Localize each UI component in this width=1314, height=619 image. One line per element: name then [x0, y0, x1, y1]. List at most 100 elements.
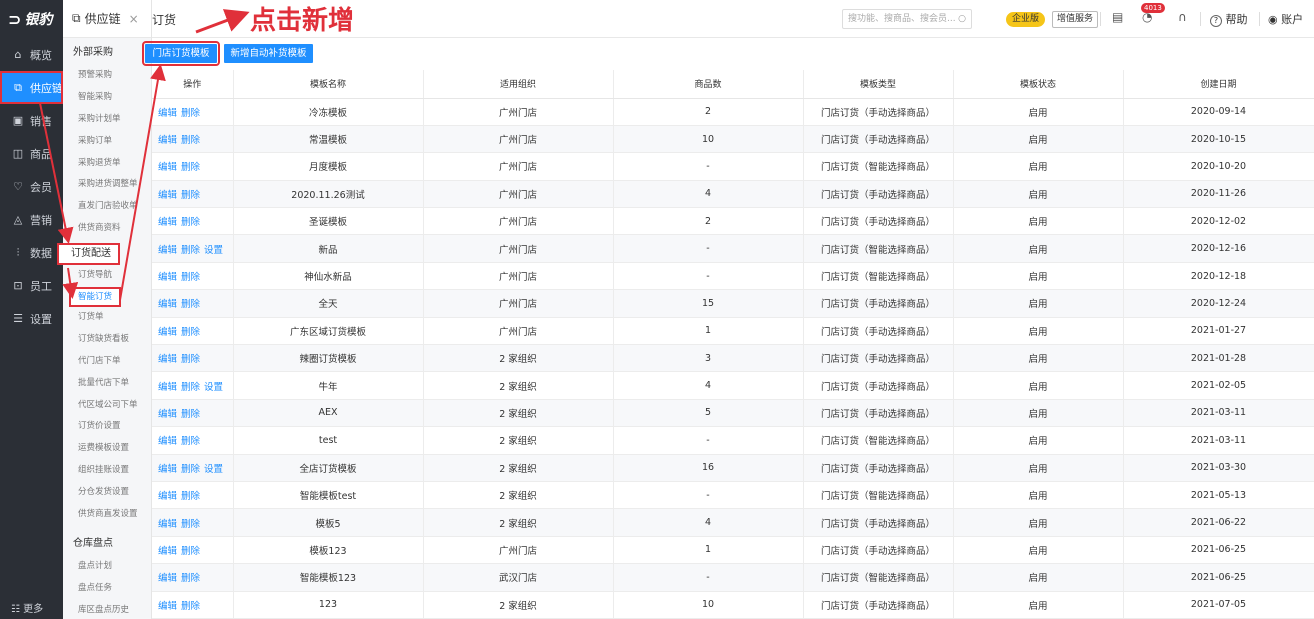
global-search-input[interactable]: 搜功能、搜商品、搜会员... ○ [842, 9, 972, 29]
column-header[interactable]: 创建日期 [1123, 70, 1314, 99]
nav-more-button[interactable]: ☷ 更多 [11, 600, 43, 615]
submenu-item[interactable]: 采购订单 [63, 131, 151, 153]
add-auto-replenish-template-button[interactable]: 新增自动补货模板 [224, 44, 313, 63]
submenu-item[interactable]: 代区域公司下单 [63, 395, 151, 417]
delete-link[interactable]: 删除 [181, 272, 200, 283]
submenu-item[interactable]: 运费模板设置 [63, 438, 151, 460]
edit-link[interactable]: 编辑 [158, 436, 177, 447]
cell-date: 2020-12-02 [1123, 207, 1314, 236]
nav-item-6[interactable]: ⫶ 数据 [0, 236, 63, 269]
nav-icon: ◬ [13, 213, 23, 226]
column-header[interactable]: 模板名称 [233, 70, 424, 99]
submenu-item[interactable]: 组织挂账设置 [63, 460, 151, 482]
edit-link[interactable]: 编辑 [158, 519, 177, 530]
delete-link[interactable]: 删除 [181, 354, 200, 365]
submenu-item[interactable]: 采购计划单 [63, 109, 151, 131]
delete-link[interactable]: 删除 [181, 464, 200, 475]
submenu-item[interactable]: 供货商资料 [63, 218, 151, 240]
delete-link[interactable]: 删除 [181, 299, 200, 310]
submenu-item[interactable]: 盘点任务 [63, 578, 151, 600]
delete-link[interactable]: 删除 [181, 162, 200, 173]
submenu-item[interactable]: 订货导航 [63, 265, 151, 287]
edit-link[interactable]: 编辑 [158, 601, 177, 612]
clipboard-icon[interactable]: ▤ [1112, 10, 1123, 24]
column-header[interactable]: 适用组织 [423, 70, 614, 99]
delete-link[interactable]: 删除 [181, 409, 200, 420]
edit-link[interactable]: 编辑 [158, 491, 177, 502]
submenu-item[interactable]: 盘点计划 [63, 556, 151, 578]
nav-item-5[interactable]: ◬ 营销 [0, 203, 63, 236]
delete-link[interactable]: 删除 [181, 245, 200, 256]
submenu-item[interactable]: 库区盘点历史 [63, 600, 151, 619]
column-header[interactable]: 商品数 [613, 70, 804, 99]
edit-link[interactable]: 编辑 [158, 573, 177, 584]
delete-link[interactable]: 删除 [181, 135, 200, 146]
delete-link[interactable]: 删除 [181, 546, 200, 557]
nav-item-8[interactable]: ☰ 设置 [0, 302, 63, 335]
delete-link[interactable]: 删除 [181, 382, 200, 393]
delete-link[interactable]: 删除 [181, 601, 200, 612]
nav-item-1[interactable]: ⧉ 供应链 [0, 71, 63, 104]
submenu-group[interactable]: 仓库盘点 [63, 532, 151, 556]
edit-link[interactable]: 编辑 [158, 217, 177, 228]
close-icon[interactable]: × [129, 12, 139, 26]
submenu-item[interactable]: 订货单 [63, 307, 151, 329]
value-added-services-button[interactable]: 增值服务 [1052, 11, 1099, 28]
submenu-item[interactable]: 代门店下单 [63, 351, 151, 373]
edit-link[interactable]: 编辑 [158, 354, 177, 365]
edit-link[interactable]: 编辑 [158, 162, 177, 173]
submenu-item[interactable]: 供货商直发设置 [63, 504, 151, 526]
delete-link[interactable]: 删除 [181, 108, 200, 119]
delete-link[interactable]: 删除 [181, 436, 200, 447]
submenu-item[interactable]: 批量代店下单 [63, 373, 151, 395]
delete-link[interactable]: 删除 [181, 217, 200, 228]
column-header[interactable]: 操作 [152, 70, 234, 99]
cell-type: 门店订货（手动选择商品） [803, 454, 954, 482]
submenu-item[interactable]: 智能订货 [69, 287, 121, 308]
submenu-item[interactable]: 订货缺货看板 [63, 329, 151, 351]
app-logo[interactable]: ⊃ 银豹 [0, 0, 63, 38]
enterprise-badge[interactable]: 企业版 [1006, 12, 1046, 27]
edit-link[interactable]: 编辑 [158, 299, 177, 310]
submenu-item[interactable]: 直发门店验收单 [63, 196, 151, 218]
edit-link[interactable]: 编辑 [158, 245, 177, 256]
edit-link[interactable]: 编辑 [158, 546, 177, 557]
column-header[interactable]: 模板状态 [953, 70, 1124, 99]
edit-link[interactable]: 编辑 [158, 327, 177, 338]
nav-item-0[interactable]: ⌂ 概览 [0, 38, 63, 71]
delete-link[interactable]: 删除 [181, 573, 200, 584]
nav-item-7[interactable]: ⊡ 员工 [0, 269, 63, 302]
delete-link[interactable]: 删除 [181, 327, 200, 338]
headset-icon[interactable]: ∩ [1178, 10, 1187, 24]
column-header[interactable]: 模板类型 [803, 70, 954, 99]
search-icon[interactable]: ○ [958, 10, 966, 28]
nav-item-4[interactable]: ♡ 会员 [0, 170, 63, 203]
delete-link[interactable]: 删除 [181, 190, 200, 201]
setting-link[interactable]: 设置 [204, 382, 223, 393]
delete-link[interactable]: 删除 [181, 519, 200, 530]
nav-item-2[interactable]: ▣ 销售 [0, 104, 63, 137]
edit-link[interactable]: 编辑 [158, 108, 177, 119]
setting-link[interactable]: 设置 [204, 245, 223, 256]
submenu-item[interactable]: 采购进货调整单 [63, 174, 151, 196]
delete-link[interactable]: 删除 [181, 491, 200, 502]
nav-item-3[interactable]: ◫ 商品 [0, 137, 63, 170]
submenu-item[interactable]: 采购退货单 [63, 153, 151, 175]
submenu-item[interactable]: 分仓发货设置 [63, 482, 151, 504]
edit-link[interactable]: 编辑 [158, 409, 177, 420]
help-link[interactable]: ? 帮助 [1210, 11, 1248, 27]
submenu-group[interactable]: 订货配送 [57, 243, 120, 266]
edit-link[interactable]: 编辑 [158, 190, 177, 201]
submenu-item[interactable]: 预警采购 [63, 65, 151, 87]
edit-link[interactable]: 编辑 [158, 135, 177, 146]
edit-link[interactable]: 编辑 [158, 464, 177, 475]
edit-link[interactable]: 编辑 [158, 272, 177, 283]
submenu-group[interactable]: 外部采购 [63, 41, 151, 65]
store-order-template-button[interactable]: 门店订货模板 [142, 41, 220, 66]
cell-count: 16 [613, 454, 804, 482]
setting-link[interactable]: 设置 [204, 464, 223, 475]
edit-link[interactable]: 编辑 [158, 382, 177, 393]
submenu-item[interactable]: 订货价设置 [63, 416, 151, 438]
account-link[interactable]: ◉ 账户 [1268, 11, 1303, 27]
submenu-item[interactable]: 智能采购 [63, 87, 151, 109]
